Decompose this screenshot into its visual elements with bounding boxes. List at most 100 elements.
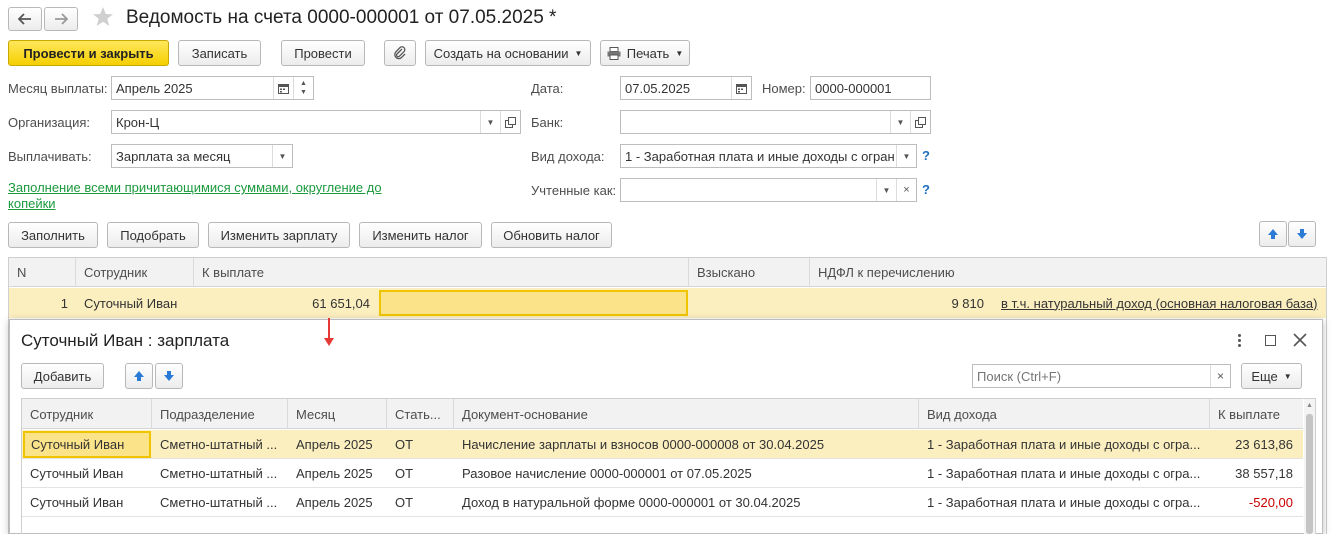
- forward-button[interactable]: [44, 7, 78, 31]
- change-salary-button[interactable]: Изменить зарплату: [208, 222, 350, 248]
- date-field[interactable]: 07.05.2025: [620, 76, 752, 100]
- popup-col-amount[interactable]: К выплате: [1210, 399, 1303, 429]
- organization-label: Организация:: [8, 115, 91, 130]
- dropdown-caret-icon[interactable]: ▼: [480, 111, 500, 133]
- search-field[interactable]: ×: [972, 364, 1231, 388]
- print-button[interactable]: Печать ▼: [600, 40, 690, 66]
- stepper-up-icon[interactable]: ▲: [300, 79, 307, 88]
- row-item: ОТ: [395, 466, 414, 481]
- calendar-icon[interactable]: [731, 77, 751, 99]
- popup-col-document[interactable]: Документ-основание: [454, 399, 919, 429]
- row-month: Апрель 2025: [296, 466, 373, 481]
- income-type-label: Вид дохода:: [531, 149, 605, 164]
- organization-value: Крон-Ц: [116, 114, 160, 130]
- accounted-help-icon[interactable]: ?: [922, 182, 930, 197]
- pick-button[interactable]: Подобрать: [107, 222, 199, 248]
- stepper-down-icon[interactable]: ▼: [300, 88, 307, 97]
- row-amount-negative: -520,00: [1248, 495, 1293, 510]
- paperclip-icon: [394, 46, 406, 60]
- save-button[interactable]: Записать: [178, 40, 261, 66]
- dropdown-caret-icon: ▼: [574, 48, 583, 58]
- move-down-button[interactable]: [1288, 221, 1316, 247]
- search-input[interactable]: [977, 368, 1210, 384]
- print-label: Печать: [626, 45, 670, 61]
- popup-move-down-button[interactable]: [155, 363, 183, 389]
- row-employee: Суточный Иван: [30, 495, 124, 510]
- popup-col-item[interactable]: Стать...: [387, 399, 454, 429]
- popup-title: Суточный Иван : зарплата: [21, 331, 230, 350]
- arrow-up-icon: [1268, 229, 1278, 239]
- popup-scrollbar-thumb[interactable]: [1306, 414, 1313, 534]
- favorite-star-icon[interactable]: [92, 6, 114, 28]
- dropdown-caret-icon[interactable]: ▼: [876, 179, 896, 201]
- arrow-up-icon: [134, 371, 144, 381]
- ndfl-natural-income-link[interactable]: в т.ч. натуральный доход (основная налог…: [1001, 288, 1325, 318]
- open-icon[interactable]: [910, 111, 930, 133]
- income-type-value: 1 - Заработная плата и иные доходы с огр…: [625, 148, 895, 164]
- close-icon[interactable]: [1292, 332, 1308, 348]
- row-employee-cell[interactable]: Суточный Иван: [23, 431, 151, 458]
- move-up-button[interactable]: [1259, 221, 1287, 247]
- row-division: Сметно-штатный ...: [160, 466, 278, 481]
- pay-label: Выплачивать:: [8, 149, 92, 164]
- arrow-left-icon: [18, 13, 31, 25]
- open-icon[interactable]: [500, 111, 520, 133]
- post-button[interactable]: Провести: [281, 40, 365, 66]
- more-actions-icon[interactable]: [1234, 331, 1244, 349]
- income-help-icon[interactable]: ?: [922, 148, 930, 163]
- add-button[interactable]: Добавить: [21, 363, 104, 389]
- month-label: Месяц выплаты:: [8, 81, 108, 96]
- fill-button[interactable]: Заполнить: [8, 222, 98, 248]
- popup-col-month[interactable]: Месяц: [288, 399, 387, 429]
- search-clear-icon[interactable]: ×: [1210, 365, 1230, 387]
- arrow-right-icon: [55, 13, 68, 25]
- maximize-icon[interactable]: [1265, 335, 1276, 346]
- bank-field[interactable]: ▼: [620, 110, 931, 134]
- popup-col-division[interactable]: Подразделение: [152, 399, 288, 429]
- to-pay-edit-cell[interactable]: [379, 290, 688, 316]
- change-tax-button[interactable]: Изменить налог: [359, 222, 482, 248]
- attach-button[interactable]: [384, 40, 416, 66]
- popup-move-up-button[interactable]: [125, 363, 153, 389]
- update-tax-button[interactable]: Обновить налог: [491, 222, 612, 248]
- month-stepper[interactable]: ▲ ▼: [293, 77, 313, 99]
- col-header-ndfl[interactable]: НДФЛ к перечислению: [810, 258, 1326, 287]
- row-amount: 23 613,86: [1235, 437, 1293, 452]
- bank-label: Банк:: [531, 115, 564, 130]
- dropdown-caret-icon: ▼: [675, 48, 684, 58]
- date-label: Дата:: [531, 81, 564, 96]
- popup-scrollbar-up-icon[interactable]: ▲: [1305, 402, 1314, 409]
- back-button[interactable]: [8, 7, 42, 31]
- row-to-pay: 61 651,04: [312, 295, 370, 311]
- col-header-collected[interactable]: Взыскано: [689, 258, 810, 287]
- printer-icon: [607, 46, 621, 60]
- pay-field[interactable]: Зарплата за месяц ▼: [111, 144, 293, 168]
- dropdown-caret-icon[interactable]: ▼: [890, 111, 910, 133]
- popup-col-income-type[interactable]: Вид дохода: [919, 399, 1210, 429]
- month-field[interactable]: Апрель 2025 ▲ ▼: [111, 76, 314, 100]
- more-button[interactable]: Еще ▼: [1241, 363, 1302, 389]
- create-based-on-button[interactable]: Создать на основании ▼: [425, 40, 591, 66]
- fill-settings-link[interactable]: Заполнение всеми причитающимися суммами,…: [8, 180, 398, 212]
- more-label: Еще: [1251, 368, 1278, 384]
- dropdown-caret-icon[interactable]: ▼: [896, 145, 916, 167]
- pay-value: Зарплата за месяц: [116, 148, 231, 164]
- red-arrow-icon: [322, 318, 336, 348]
- arrow-down-icon: [1297, 229, 1307, 239]
- clear-icon[interactable]: ×: [896, 179, 916, 201]
- popup-col-employee[interactable]: Сотрудник: [22, 399, 152, 429]
- col-header-to-pay[interactable]: К выплате: [194, 258, 689, 287]
- row-document: Доход в натуральной форме 0000-000001 от…: [462, 495, 801, 510]
- organization-field[interactable]: Крон-Ц ▼: [111, 110, 521, 134]
- row-month: Апрель 2025: [296, 495, 373, 510]
- calendar-icon[interactable]: [273, 77, 293, 99]
- row-ndfl: 9 810: [951, 295, 984, 311]
- dropdown-caret-icon[interactable]: ▼: [272, 145, 292, 167]
- col-header-n[interactable]: N: [9, 258, 76, 287]
- post-and-close-button[interactable]: Провести и закрыть: [8, 40, 169, 66]
- number-label: Номер:: [762, 81, 806, 96]
- col-header-employee[interactable]: Сотрудник: [76, 258, 194, 287]
- accounted-as-field[interactable]: ▼ ×: [620, 178, 917, 202]
- number-field[interactable]: 0000-000001: [810, 76, 931, 100]
- income-type-field[interactable]: 1 - Заработная плата и иные доходы с огр…: [620, 144, 917, 168]
